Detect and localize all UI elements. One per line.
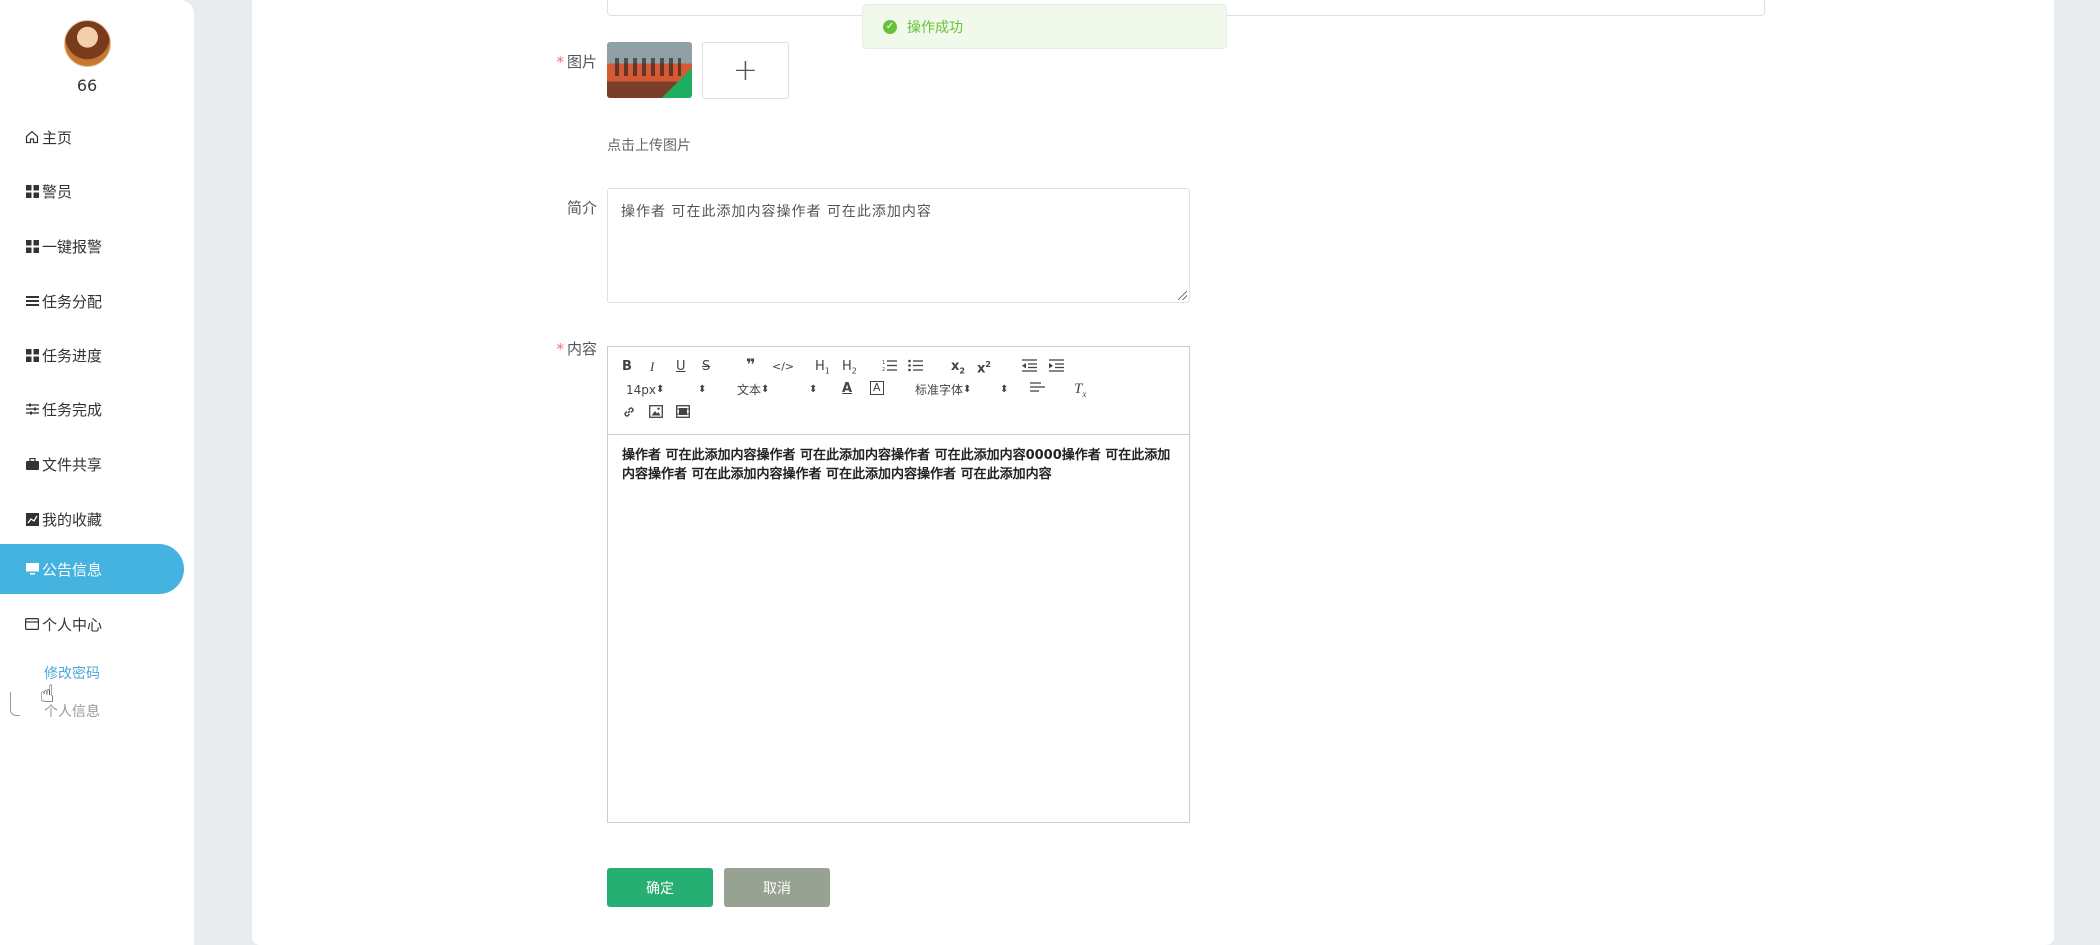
bold-icon[interactable]: B bbox=[622, 359, 632, 375]
sidebar-item-label: 我的收藏 bbox=[42, 510, 103, 529]
editor-content-text: 操作者 可在此添加内容操作者 可在此添加内容操作者 可在此添加内容0000操作者… bbox=[622, 448, 1171, 482]
grid-icon bbox=[24, 347, 40, 363]
sliders-icon bbox=[24, 401, 40, 417]
sidebar-item-label: 警员 bbox=[42, 182, 73, 201]
submenu-connector bbox=[10, 692, 20, 716]
sidebar-item-label: 文件共享 bbox=[42, 455, 103, 474]
content-label: * 内容 bbox=[556, 340, 597, 358]
blockquote-icon[interactable]: ❞ bbox=[746, 357, 755, 373]
sidebar-item-personal-center[interactable]: 个人中心 bbox=[0, 599, 184, 649]
link-icon[interactable] bbox=[622, 405, 636, 424]
header-2-icon[interactable]: H2 bbox=[842, 359, 857, 380]
required-mark: * bbox=[556, 53, 564, 71]
code-block-icon[interactable]: </> bbox=[772, 359, 794, 375]
text-color-icon[interactable]: A bbox=[842, 381, 852, 397]
sidebar-item-label: 任务分配 bbox=[42, 292, 103, 311]
resize-handle-icon[interactable] bbox=[1178, 291, 1187, 300]
select-arrows-icon: ⬍ bbox=[809, 384, 818, 395]
sidebar-item-label: 个人中心 bbox=[42, 615, 103, 634]
subscript-icon[interactable]: x2 bbox=[951, 359, 965, 380]
sidebar-item-home[interactable]: 主页 bbox=[0, 112, 184, 162]
background-color-icon[interactable]: A bbox=[870, 381, 884, 395]
success-toast: ✓ 操作成功 bbox=[862, 4, 1227, 49]
card-icon bbox=[24, 616, 40, 632]
editor-toolbar: B I U S ❞ </> H1 H2 12 x2 x2 14px ⬍ ⬍ 文本… bbox=[608, 347, 1189, 435]
sidebar-item-file-share[interactable]: 文件共享 bbox=[0, 439, 184, 489]
sidebar-item-favorites[interactable]: 我的收藏 bbox=[0, 494, 184, 544]
rich-text-editor: B I U S ❞ </> H1 H2 12 x2 x2 14px ⬍ ⬍ 文本… bbox=[607, 346, 1190, 823]
video-insert-icon[interactable] bbox=[676, 405, 690, 423]
plus-icon: + bbox=[732, 53, 759, 88]
monitor-icon bbox=[24, 561, 40, 577]
intro-text: 操作者 可在此添加内容操作者 可在此添加内容 bbox=[621, 204, 932, 220]
list-icon bbox=[24, 293, 40, 309]
chart-icon bbox=[24, 511, 40, 527]
check-circle-icon: ✓ bbox=[883, 19, 897, 34]
sidebar-item-task-progress[interactable]: 任务进度 bbox=[0, 330, 184, 380]
toast-message: 操作成功 bbox=[907, 19, 963, 36]
grid-icon bbox=[24, 238, 40, 254]
svg-text:2: 2 bbox=[882, 367, 885, 372]
sidebar-item-task-complete[interactable]: 任务完成 bbox=[0, 384, 184, 434]
sidebar-item-label: 任务完成 bbox=[42, 400, 103, 419]
select-arrows-icon: ⬍ bbox=[1000, 384, 1009, 395]
upload-plus-button[interactable]: + bbox=[702, 42, 789, 99]
username: 66 bbox=[76, 76, 98, 95]
align-icon[interactable] bbox=[1030, 382, 1045, 399]
sidebar-item-police[interactable]: 警员 bbox=[0, 166, 184, 216]
font-family-select[interactable]: 标准字体 ⬍ bbox=[915, 382, 1010, 398]
grid-icon bbox=[24, 183, 40, 199]
editor-content-area[interactable]: 操作者 可在此添加内容操作者 可在此添加内容操作者 可在此添加内容0000操作者… bbox=[608, 436, 1189, 822]
avatar[interactable] bbox=[63, 20, 111, 67]
confirm-button[interactable]: 确定 bbox=[607, 868, 713, 907]
cancel-button[interactable]: 取消 bbox=[724, 868, 830, 907]
indent-icon[interactable] bbox=[1049, 359, 1064, 377]
font-size-select[interactable]: 14px ⬍ bbox=[626, 382, 706, 398]
sidebar-item-label: 一键报警 bbox=[42, 237, 103, 256]
header-1-icon[interactable]: H1 bbox=[815, 359, 830, 380]
ordered-list-icon[interactable]: 12 bbox=[882, 359, 897, 377]
sidebar-item-alarm[interactable]: 一键报警 bbox=[0, 221, 184, 271]
home-icon bbox=[24, 129, 40, 145]
image-label: * 图片 bbox=[556, 53, 597, 71]
strike-icon[interactable]: S bbox=[702, 359, 710, 375]
intro-label: 简介 bbox=[566, 199, 597, 217]
svg-text:1: 1 bbox=[882, 360, 885, 366]
clear-format-icon[interactable]: Tx bbox=[1074, 381, 1086, 402]
image-insert-icon[interactable] bbox=[649, 405, 663, 423]
required-mark: * bbox=[556, 340, 564, 358]
intro-textarea[interactable]: 操作者 可在此添加内容操作者 可在此添加内容 bbox=[607, 188, 1190, 303]
profile: 66 bbox=[0, 20, 174, 95]
hand-cursor-icon: ☝ bbox=[40, 680, 55, 708]
sidebar-item-announcements[interactable]: 公告信息 bbox=[0, 544, 184, 594]
sidebar-item-label: 任务进度 bbox=[42, 346, 103, 365]
uploaded-image-thumbnail[interactable] bbox=[607, 42, 692, 98]
sidebar-item-label: 主页 bbox=[42, 128, 73, 147]
briefcase-icon bbox=[24, 456, 40, 472]
sidebar-item-task-assign[interactable]: 任务分配 bbox=[0, 276, 184, 326]
sidebar: 66 主页 警员 一键报警 任务分配 任务进度 任务完成 文件共享 我的收藏 公… bbox=[0, 0, 194, 945]
bullet-list-icon[interactable] bbox=[908, 359, 923, 377]
sidebar-item-label: 公告信息 bbox=[42, 560, 103, 579]
underline-icon[interactable]: U bbox=[676, 359, 686, 375]
italic-icon[interactable]: I bbox=[650, 359, 654, 375]
select-arrows-icon: ⬍ bbox=[698, 384, 707, 395]
superscript-icon[interactable]: x2 bbox=[977, 357, 991, 377]
main-form-panel: * 图片 + 点击上传图片 简介 操作者 可在此添加内容操作者 可在此添加内容 *… bbox=[252, 0, 2054, 945]
outdent-icon[interactable] bbox=[1022, 359, 1037, 377]
format-select[interactable]: 文本 ⬍ bbox=[737, 382, 817, 398]
upload-hint: 点击上传图片 bbox=[607, 138, 691, 154]
